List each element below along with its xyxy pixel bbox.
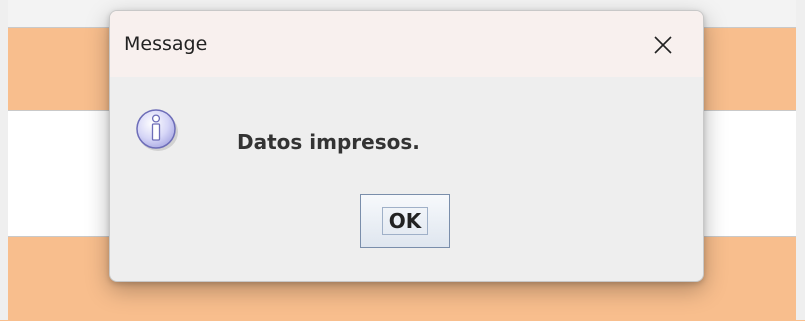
background-left-edge (0, 0, 8, 320)
background-right-edge (796, 0, 805, 320)
dialog-title: Message (124, 33, 208, 55)
ok-button-label: OK (381, 207, 429, 235)
ok-button[interactable]: OK (360, 194, 450, 248)
message-dialog: Message Datos impresos. OK (109, 10, 704, 282)
information-icon (134, 107, 180, 153)
close-button[interactable] (643, 28, 683, 62)
dialog-message: Datos impresos. (237, 130, 420, 154)
close-icon (654, 36, 672, 54)
dialog-titlebar[interactable]: Message (110, 11, 703, 77)
